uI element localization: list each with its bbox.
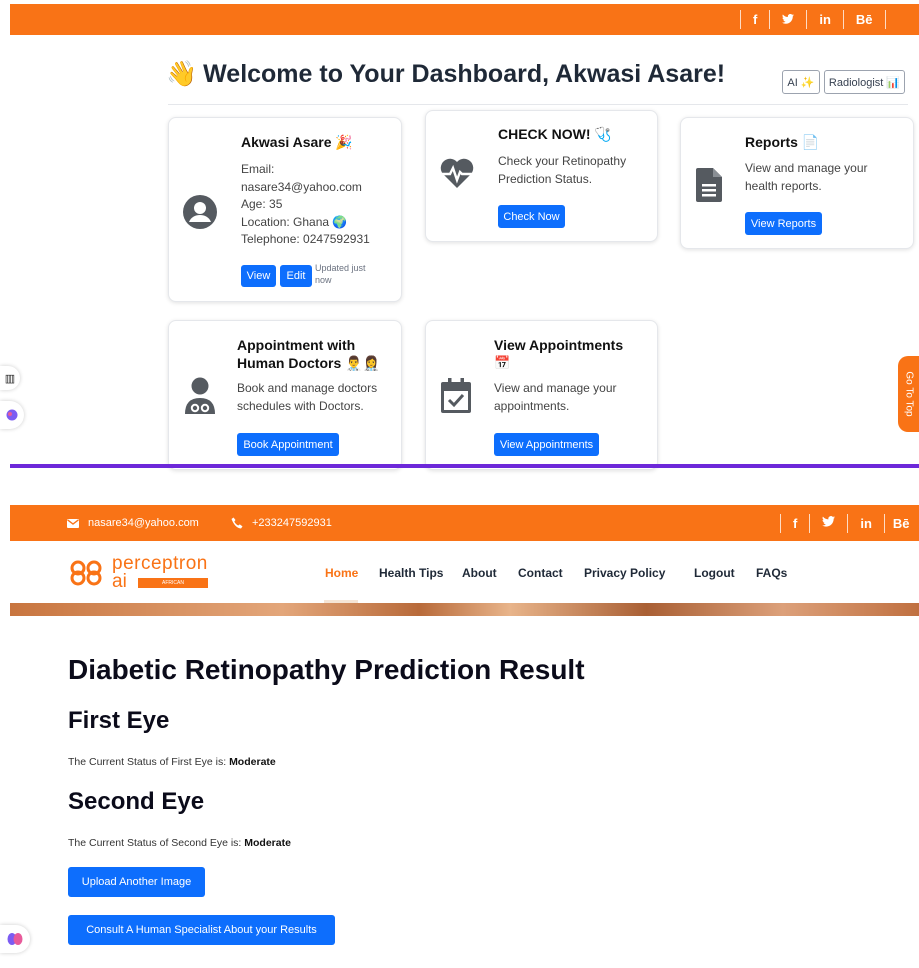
screenshot-divider [10, 464, 919, 468]
site-logo[interactable]: perceptron ai AFRICAN [68, 554, 218, 592]
first-eye-heading: First Eye [68, 707, 170, 734]
wave-icon: 👋 [166, 60, 198, 88]
profile-details: Email: nasare34@yahoo.com Age: 35 Locati… [241, 162, 370, 246]
site-social-links: f in Bē [780, 505, 918, 541]
reports-text: View and manage your health reports. [745, 161, 868, 193]
view-appointments-text: View and manage your appointments. [494, 381, 617, 413]
calendar-emoji: 📅 [494, 355, 511, 370]
book-appointment-button[interactable]: Book Appointment [237, 433, 339, 456]
nav-logout[interactable]: Logout [694, 566, 735, 580]
contact-email[interactable]: nasare34@yahoo.com [67, 505, 199, 541]
profile-card: Akwasi Asare 🎉 Email: nasare34@yahoo.com… [168, 117, 402, 302]
document-icon [696, 168, 722, 202]
top-social-bar: f in Bē [10, 4, 919, 35]
nav-contact[interactable]: Contact [518, 566, 563, 580]
check-now-text: Check your Retinopathy Prediction Status… [498, 154, 627, 186]
linkedin-icon[interactable]: in [807, 12, 843, 27]
logo-knot-icon [70, 560, 102, 586]
reports-title: Reports 📄 [745, 134, 820, 150]
contact-phone[interactable]: +233247592931 [231, 505, 332, 541]
view-appointments-card: View Appointments 📅 View and manage your… [425, 320, 658, 470]
doctor-icon [185, 377, 215, 414]
nav-home[interactable]: Home [325, 566, 358, 580]
behance-icon[interactable]: Bē [844, 12, 885, 27]
behance-icon[interactable]: Bē [885, 516, 918, 531]
appointment-text: Book and manage doctors schedules with D… [237, 381, 378, 413]
ai-mode-button[interactable]: AI ✨ [782, 70, 820, 94]
view-profile-button[interactable]: View [241, 265, 276, 287]
upload-another-image-button[interactable]: Upload Another Image [68, 867, 205, 897]
go-to-top-button[interactable]: Go To Top [898, 356, 919, 432]
appointment-card: Appointment with Human Doctors 👨‍⚕️👩‍⚕️ … [168, 320, 402, 470]
view-appointments-title: View Appointments 📅 [494, 337, 624, 370]
updated-note: Updated just now [315, 263, 366, 285]
nav-privacy-policy[interactable]: Privacy Policy [584, 566, 665, 580]
facebook-icon[interactable]: f [781, 516, 809, 531]
first-eye-status-value: Moderate [229, 756, 276, 768]
side-widget-brain-icon[interactable] [0, 401, 24, 429]
edit-profile-button[interactable]: Edit [280, 265, 312, 287]
heart-pulse-icon [440, 158, 474, 188]
result-page-title: Diabetic Retinopathy Prediction Result [68, 654, 585, 685]
second-eye-heading: Second Eye [68, 788, 205, 815]
contact-bar: nasare34@yahoo.com +233247592931 f in Bē [10, 505, 919, 541]
profile-name: Akwasi Asare 🎉 [241, 134, 353, 150]
linkedin-icon[interactable]: in [848, 516, 884, 531]
side-widget-brain-icon-2[interactable] [0, 925, 30, 953]
envelope-icon [67, 518, 79, 528]
divider [168, 104, 908, 105]
side-widget-book-icon[interactable]: ▥ [0, 366, 20, 390]
consult-specialist-button[interactable]: Consult A Human Specialist About your Re… [68, 915, 335, 945]
twitter-icon[interactable] [770, 12, 806, 27]
nav-about[interactable]: About [462, 566, 497, 580]
view-reports-button[interactable]: View Reports [745, 212, 822, 235]
twitter-icon[interactable] [810, 516, 847, 530]
header-banner-strip [10, 603, 919, 616]
second-eye-status-value: Moderate [244, 837, 291, 849]
second-eye-status: The Current Status of Second Eye is: Mod… [68, 837, 291, 849]
welcome-heading: 👋 Welcome to Your Dashboard, Akwasi Asare… [166, 60, 726, 88]
user-icon [183, 195, 217, 229]
phone-icon [231, 517, 243, 529]
check-now-card: CHECK NOW! 🩺 Check your Retinopathy Pred… [425, 110, 658, 242]
nav-health-tips[interactable]: Health Tips [379, 566, 443, 580]
page: f in Bē 👋 Welcome to Your Dashboard, Akwa… [0, 0, 919, 968]
main-navbar: perceptron ai AFRICAN Home Health Tips A… [10, 541, 919, 603]
check-now-title: CHECK NOW! 🩺 [498, 126, 612, 142]
first-eye-status: The Current Status of First Eye is: Mode… [68, 756, 276, 768]
calendar-check-icon [441, 378, 471, 413]
reports-card: Reports 📄 View and manage your health re… [680, 117, 914, 249]
facebook-icon[interactable]: f [741, 12, 769, 27]
check-now-button[interactable]: Check Now [498, 205, 565, 228]
radiologist-mode-button[interactable]: Radiologist 📊 [824, 70, 905, 94]
view-appointments-button[interactable]: View Appointments [494, 433, 599, 456]
nav-faqs[interactable]: FAQs [756, 566, 787, 580]
appointment-title: Appointment with Human Doctors 👨‍⚕️👩‍⚕️ [237, 337, 380, 371]
